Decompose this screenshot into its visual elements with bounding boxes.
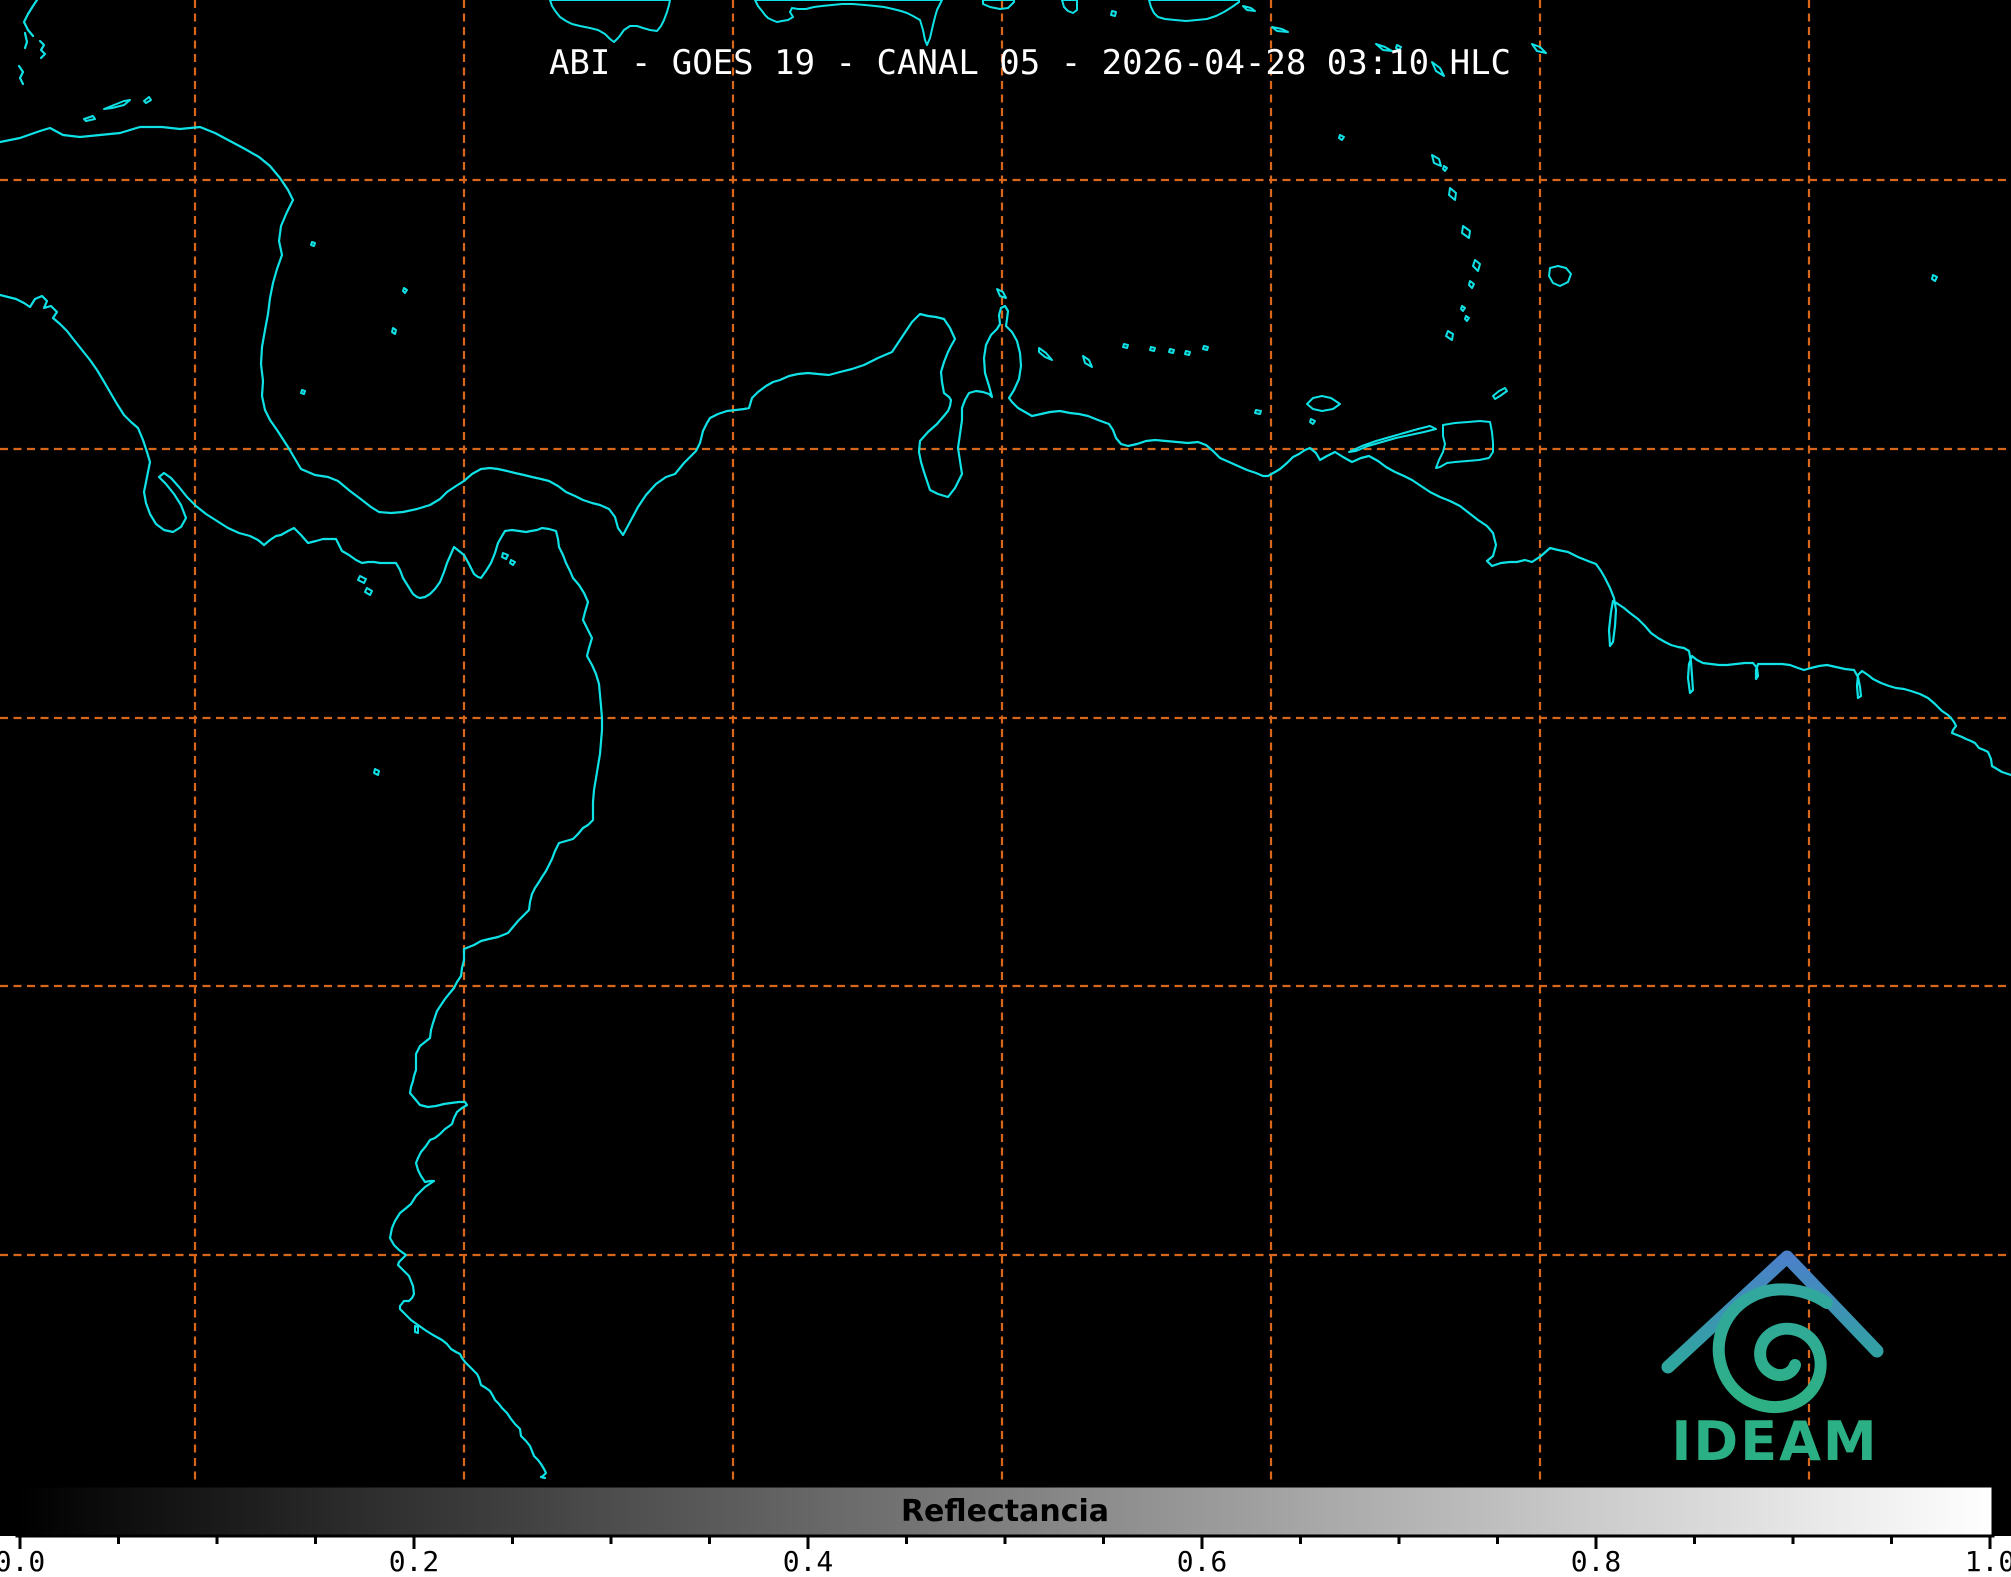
colorbar-tick-label: 0.8: [1571, 1545, 1622, 1577]
colorbar-tick-label: 0.4: [783, 1545, 834, 1577]
map-background: [0, 0, 2011, 1536]
colorbar-tick-label: 1.0: [1965, 1545, 2011, 1577]
colorbar-tick-label: 0.0: [0, 1545, 45, 1577]
colorbar-title: Reflectancia: [901, 1494, 1109, 1529]
goes-satellite-map: ABI - GOES 19 - CANAL 05 - 2026-04-28 03…: [0, 0, 2011, 1577]
ideam-logo-text: IDEAM: [1671, 1410, 1878, 1473]
satellite-product-image: ABI - GOES 19 - CANAL 05 - 2026-04-28 03…: [0, 0, 2011, 1577]
colorbar: Reflectancia 0.0 0.2 0.4 0.6 0.8 1.0: [0, 1484, 2011, 1577]
colorbar-tick-label: 0.2: [389, 1545, 440, 1577]
colorbar-tick-label: 0.6: [1177, 1545, 1228, 1577]
image-title: ABI - GOES 19 - CANAL 05 - 2026-04-28 03…: [549, 43, 1511, 83]
